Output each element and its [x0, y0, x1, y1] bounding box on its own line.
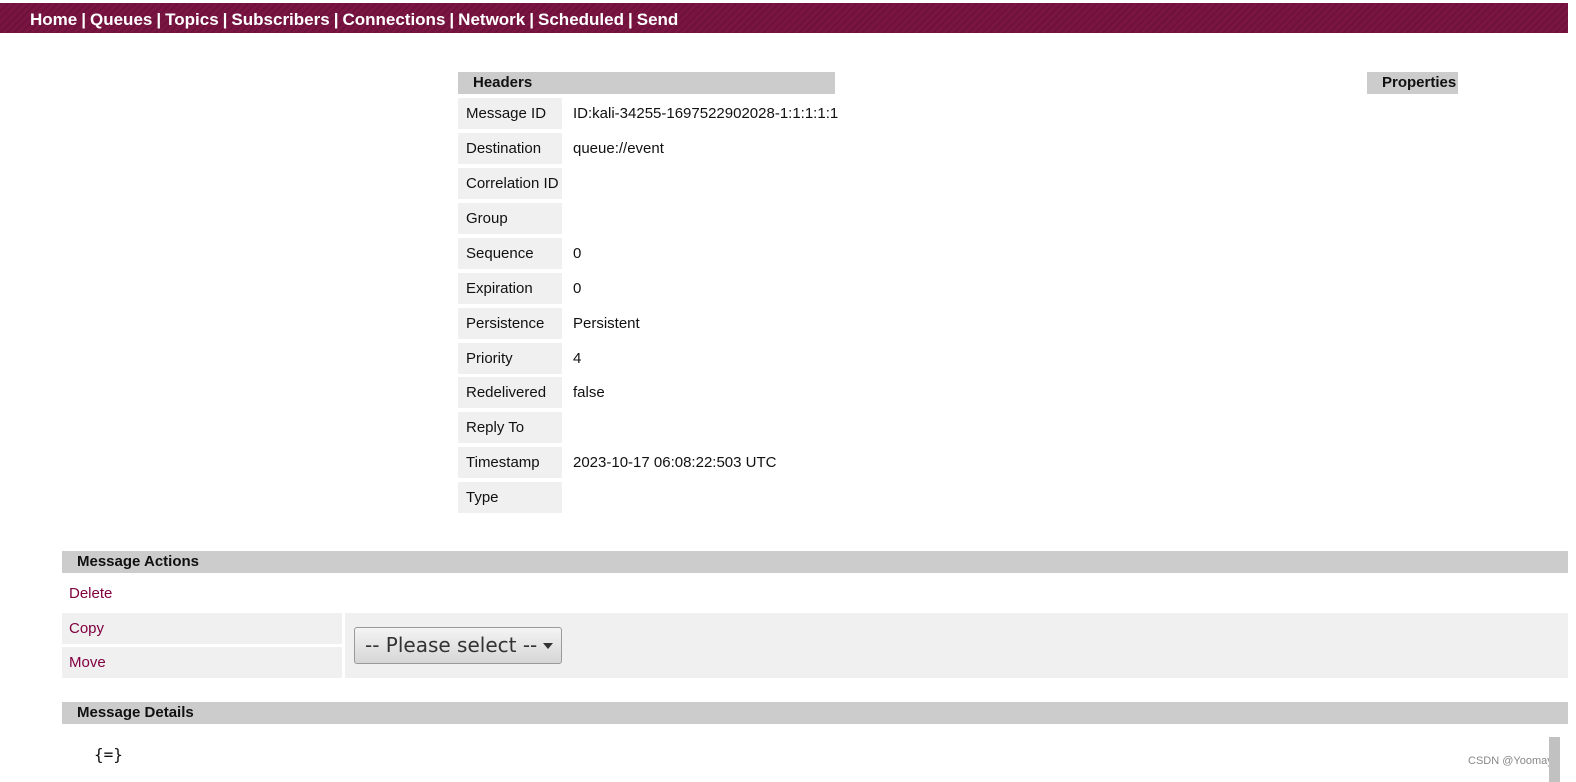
- header-value: 0: [573, 280, 582, 297]
- destination-select[interactable]: -- Please select --: [354, 627, 562, 664]
- copy-link[interactable]: Copy: [69, 620, 104, 637]
- delete-row: Delete: [62, 578, 1568, 609]
- nav-network-link[interactable]: Network: [458, 10, 525, 29]
- nav-home-link[interactable]: Home: [30, 10, 77, 29]
- copy-row: Copy: [62, 613, 342, 644]
- header-value: Persistent: [573, 315, 640, 332]
- nav-connections-link[interactable]: Connections: [342, 10, 445, 29]
- nav-scheduled-link[interactable]: Scheduled: [538, 10, 624, 29]
- header-value: 2023-10-17 06:08:22:503 UTC: [573, 454, 777, 471]
- header-value: 4: [573, 350, 582, 367]
- nav-separator: |: [449, 10, 455, 29]
- move-row: Move: [62, 647, 342, 678]
- message-details-title: Message Details: [62, 702, 1568, 724]
- watermark: CSDN @Yoomay: [1468, 755, 1553, 767]
- header-label: Destination: [458, 133, 562, 164]
- message-actions-title: Message Actions: [62, 551, 1568, 573]
- header-value: queue://event: [573, 140, 664, 157]
- header-label: Type: [458, 482, 562, 513]
- header-label: Correlation ID: [458, 168, 562, 199]
- nav-separator: |: [529, 10, 535, 29]
- properties-title: Properties: [1367, 72, 1458, 94]
- nav-separator: |: [222, 10, 228, 29]
- scrollbar-thumb[interactable]: [1549, 737, 1560, 782]
- nav-separator: |: [333, 10, 339, 29]
- nav-queues-link[interactable]: Queues: [90, 10, 152, 29]
- header-label: Sequence: [458, 238, 562, 269]
- nav-separator: |: [81, 10, 86, 29]
- chevron-down-icon: [543, 643, 553, 649]
- header-value: ID:kali-34255-1697522902028-1:1:1:1:1: [573, 105, 839, 122]
- nav-separator: |: [627, 10, 633, 29]
- nav-send-link[interactable]: Send: [637, 10, 679, 29]
- header-label: Group: [458, 203, 562, 234]
- top-navigation-bar: Home | Queues | Topics | Subscribers | Connectio…: [0, 3, 1568, 33]
- delete-link[interactable]: Delete: [69, 585, 112, 602]
- header-value: false: [573, 384, 605, 401]
- nav-separator: |: [156, 10, 162, 29]
- main-nav: Home | Queues | Topics | Subscribers | Connectio…: [30, 10, 678, 30]
- header-label: Priority: [458, 343, 562, 374]
- header-label: Expiration: [458, 273, 562, 304]
- header-label: Timestamp: [458, 447, 562, 478]
- header-label: Redelivered: [458, 377, 562, 408]
- header-label: Reply To: [458, 412, 562, 443]
- move-link[interactable]: Move: [69, 654, 106, 671]
- nav-subscribers-link[interactable]: Subscribers: [231, 10, 329, 29]
- header-label: Persistence: [458, 308, 562, 339]
- header-label: Message ID: [458, 98, 562, 129]
- nav-topics-link[interactable]: Topics: [165, 10, 219, 29]
- headers-title: Headers: [458, 72, 835, 94]
- destination-select-value: -- Please select --: [365, 633, 538, 657]
- header-value: 0: [573, 245, 582, 262]
- message-body: {=}: [94, 745, 123, 764]
